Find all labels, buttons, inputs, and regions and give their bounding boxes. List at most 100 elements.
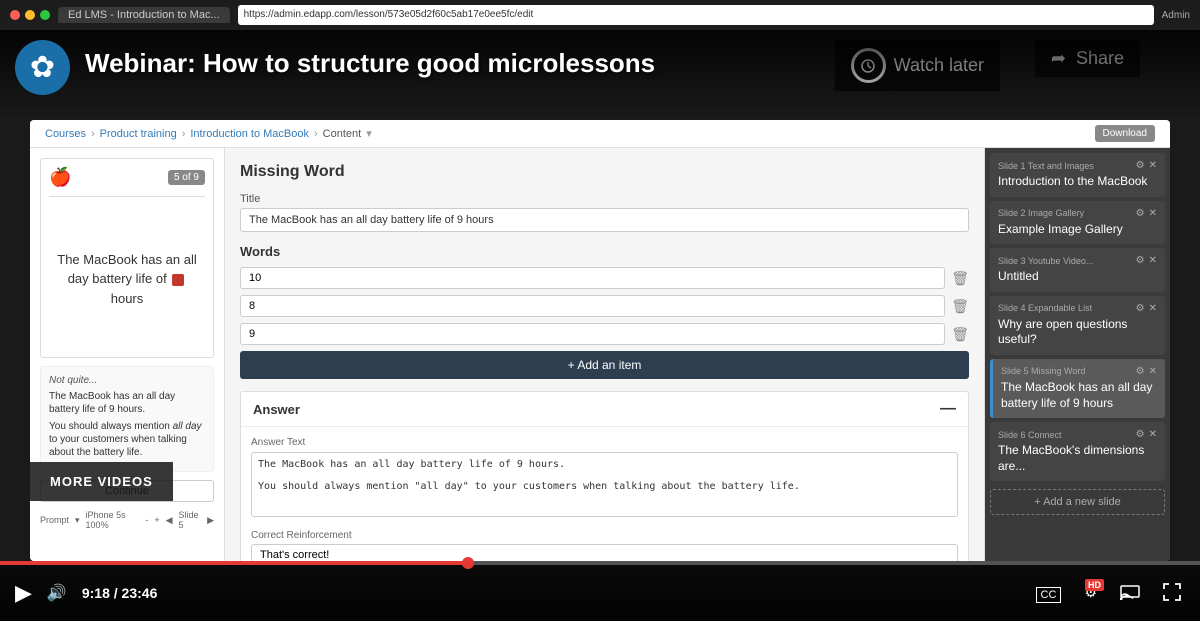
progress-bar[interactable] (0, 561, 1200, 565)
delete-word-3-button[interactable]: 🗑 (951, 326, 969, 343)
slide-5-type: Slide 5 Missing Word (1001, 366, 1085, 376)
slide-1-title: Introduction to the MacBook (998, 174, 1157, 190)
slide-3-type: Slide 3 Youtube Video... (998, 256, 1093, 266)
preview-toolbar: Prompt ▾ iPhone 5s 100% - + ◀ Slide 5 ▶ (40, 510, 214, 530)
correct-reinforcement-input[interactable] (251, 544, 958, 561)
video-controls: ▶ 🔊 9:18 / 23:46 CC ⚙ HD (0, 561, 1200, 621)
slide-6-settings-icon[interactable]: ⚙ (1136, 429, 1145, 440)
video-container: Ed LMS - Introduction to Mac... https://… (0, 0, 1200, 621)
not-quite-body: The MacBook has an all day battery life … (49, 390, 205, 416)
not-quite-box: Not quite... The MacBook has an all day … (40, 366, 214, 472)
hd-badge: HD (1085, 579, 1104, 591)
word-row-1: 🗑 (240, 267, 969, 289)
word-row-2: 🗑 (240, 295, 969, 317)
slide-2-settings-icon[interactable]: ⚙ (1136, 208, 1145, 219)
more-videos-button[interactable]: MORE VIDEOS (30, 462, 173, 501)
answer-body: Answer Text The MacBook has an all day b… (241, 427, 968, 561)
cast-icon (1120, 584, 1140, 600)
answer-section: Answer — Answer Text The MacBook has an … (240, 391, 969, 561)
word-input-2[interactable] (240, 295, 945, 317)
prompt-label[interactable]: Prompt (40, 515, 69, 525)
slide-5-settings-icon[interactable]: ⚙ (1136, 366, 1145, 377)
slide-item-5[interactable]: Slide 5 Missing Word ⚙ ✕ The MacBook has… (990, 359, 1165, 418)
breadcrumb-courses[interactable]: Courses (45, 128, 86, 140)
answer-label: Answer (253, 402, 300, 417)
url-bar[interactable]: https://admin.edapp.com/lesson/573e05d2f… (238, 5, 1154, 25)
slide-item-1[interactable]: Slide 1 Text and Images ⚙ ✕ Introduction… (990, 153, 1165, 197)
delete-word-2-button[interactable]: 🗑 (951, 298, 969, 315)
not-quite-hint: You should always mention all day to you… (49, 420, 205, 459)
device-label[interactable]: iPhone 5s 100% (86, 510, 140, 530)
play-button[interactable]: ▶ (15, 580, 32, 606)
cast-button[interactable] (1116, 584, 1144, 603)
download-button[interactable]: Download (1095, 125, 1155, 142)
slide-2-type: Slide 2 Image Gallery (998, 208, 1084, 218)
collapse-icon[interactable]: — (940, 400, 956, 418)
browser-tab[interactable]: Ed LMS - Introduction to Mac... (58, 7, 230, 23)
window-controls (10, 10, 50, 20)
title-input[interactable] (240, 208, 969, 232)
breadcrumb-macbook[interactable]: Introduction to MacBook (190, 128, 309, 140)
apple-logo-icon: 🍎 (49, 167, 71, 188)
slide-6-type: Slide 6 Connect (998, 430, 1062, 440)
logo: ✿ (15, 40, 70, 95)
app-content: 🍎 5 of 9 The MacBook has an all day batt… (30, 148, 1170, 561)
video-title: Webinar: How to structure good microless… (70, 40, 670, 87)
maximize-dot[interactable] (40, 10, 50, 20)
progress-thumb[interactable] (462, 557, 474, 569)
form-panel: Missing Word Title Words 🗑 🗑 🗑 (225, 148, 985, 561)
close-dot[interactable] (10, 10, 20, 20)
slide-4-type: Slide 4 Expandable List (998, 303, 1092, 313)
not-quite-title: Not quite... (49, 375, 205, 386)
slide-2-title: Example Image Gallery (998, 222, 1157, 238)
word-input-1[interactable] (240, 267, 945, 289)
add-item-button[interactable]: + Add an item (240, 351, 969, 379)
breadcrumb-training[interactable]: Product training (100, 128, 177, 140)
slide-1-close-icon[interactable]: ✕ (1149, 160, 1157, 171)
delete-word-1-button[interactable]: 🗑 (951, 270, 969, 287)
answer-text-label: Answer Text (251, 437, 958, 448)
cc-button[interactable]: CC (1032, 585, 1066, 601)
word-row-3: 🗑 (240, 323, 969, 345)
slide-3-settings-icon[interactable]: ⚙ (1136, 255, 1145, 266)
fullscreen-button[interactable] (1159, 583, 1185, 604)
title-label: Title (240, 193, 969, 205)
slide-2-close-icon[interactable]: ✕ (1149, 208, 1157, 219)
slide-5-title: The MacBook has an all day battery life … (1001, 380, 1157, 411)
slide-counter: 5 of 9 (168, 170, 205, 185)
words-label: Words (240, 244, 969, 259)
slide-item-2[interactable]: Slide 2 Image Gallery ⚙ ✕ Example Image … (990, 201, 1165, 245)
slide-item-4[interactable]: Slide 4 Expandable List ⚙ ✕ Why are open… (990, 296, 1165, 355)
time-display: 9:18 / 23:46 (82, 585, 158, 601)
slide-4-close-icon[interactable]: ✕ (1149, 303, 1157, 314)
slide-item-3[interactable]: Slide 3 Youtube Video... ⚙ ✕ Untitled (990, 248, 1165, 292)
add-slide-button[interactable]: + Add a new slide (990, 489, 1165, 515)
video-header: ✿ Webinar: How to structure good microle… (0, 30, 1200, 120)
browser-bar: Ed LMS - Introduction to Mac... https://… (0, 0, 1200, 30)
user-label: Admin (1162, 10, 1190, 21)
minimize-dot[interactable] (25, 10, 35, 20)
slide-1-type: Slide 1 Text and Images (998, 161, 1094, 171)
preview-card: 🍎 5 of 9 The MacBook has an all day batt… (40, 158, 214, 358)
breadcrumb-content[interactable]: Content (323, 128, 362, 140)
slide-nav-label[interactable]: Slide 5 (179, 510, 202, 530)
answer-header: Answer — (241, 392, 968, 427)
gear-icon: ✿ (30, 50, 55, 85)
volume-button[interactable]: 🔊 (47, 583, 67, 603)
progress-bar-fill (0, 561, 468, 565)
slides-panel: Slide 1 Text and Images ⚙ ✕ Introduction… (985, 148, 1170, 561)
fullscreen-icon (1163, 583, 1181, 601)
app-screenshot: Courses › Product training › Introductio… (30, 120, 1170, 561)
slide-item-6[interactable]: Slide 6 Connect ⚙ ✕ The MacBook's dimens… (990, 422, 1165, 481)
slide-5-close-icon[interactable]: ✕ (1149, 366, 1157, 377)
word-input-3[interactable] (240, 323, 945, 345)
cc-icon: CC (1036, 587, 1062, 603)
title-group: Title (240, 193, 969, 232)
answer-textarea[interactable]: The MacBook has an all day battery life … (251, 452, 958, 517)
slide-6-title: The MacBook's dimensions are... (998, 443, 1157, 474)
correct-reinforcement-label: Correct Reinforcement (251, 530, 958, 541)
slide-3-close-icon[interactable]: ✕ (1149, 255, 1157, 266)
slide-1-settings-icon[interactable]: ⚙ (1136, 160, 1145, 171)
slide-4-settings-icon[interactable]: ⚙ (1136, 303, 1145, 314)
slide-6-close-icon[interactable]: ✕ (1149, 429, 1157, 440)
